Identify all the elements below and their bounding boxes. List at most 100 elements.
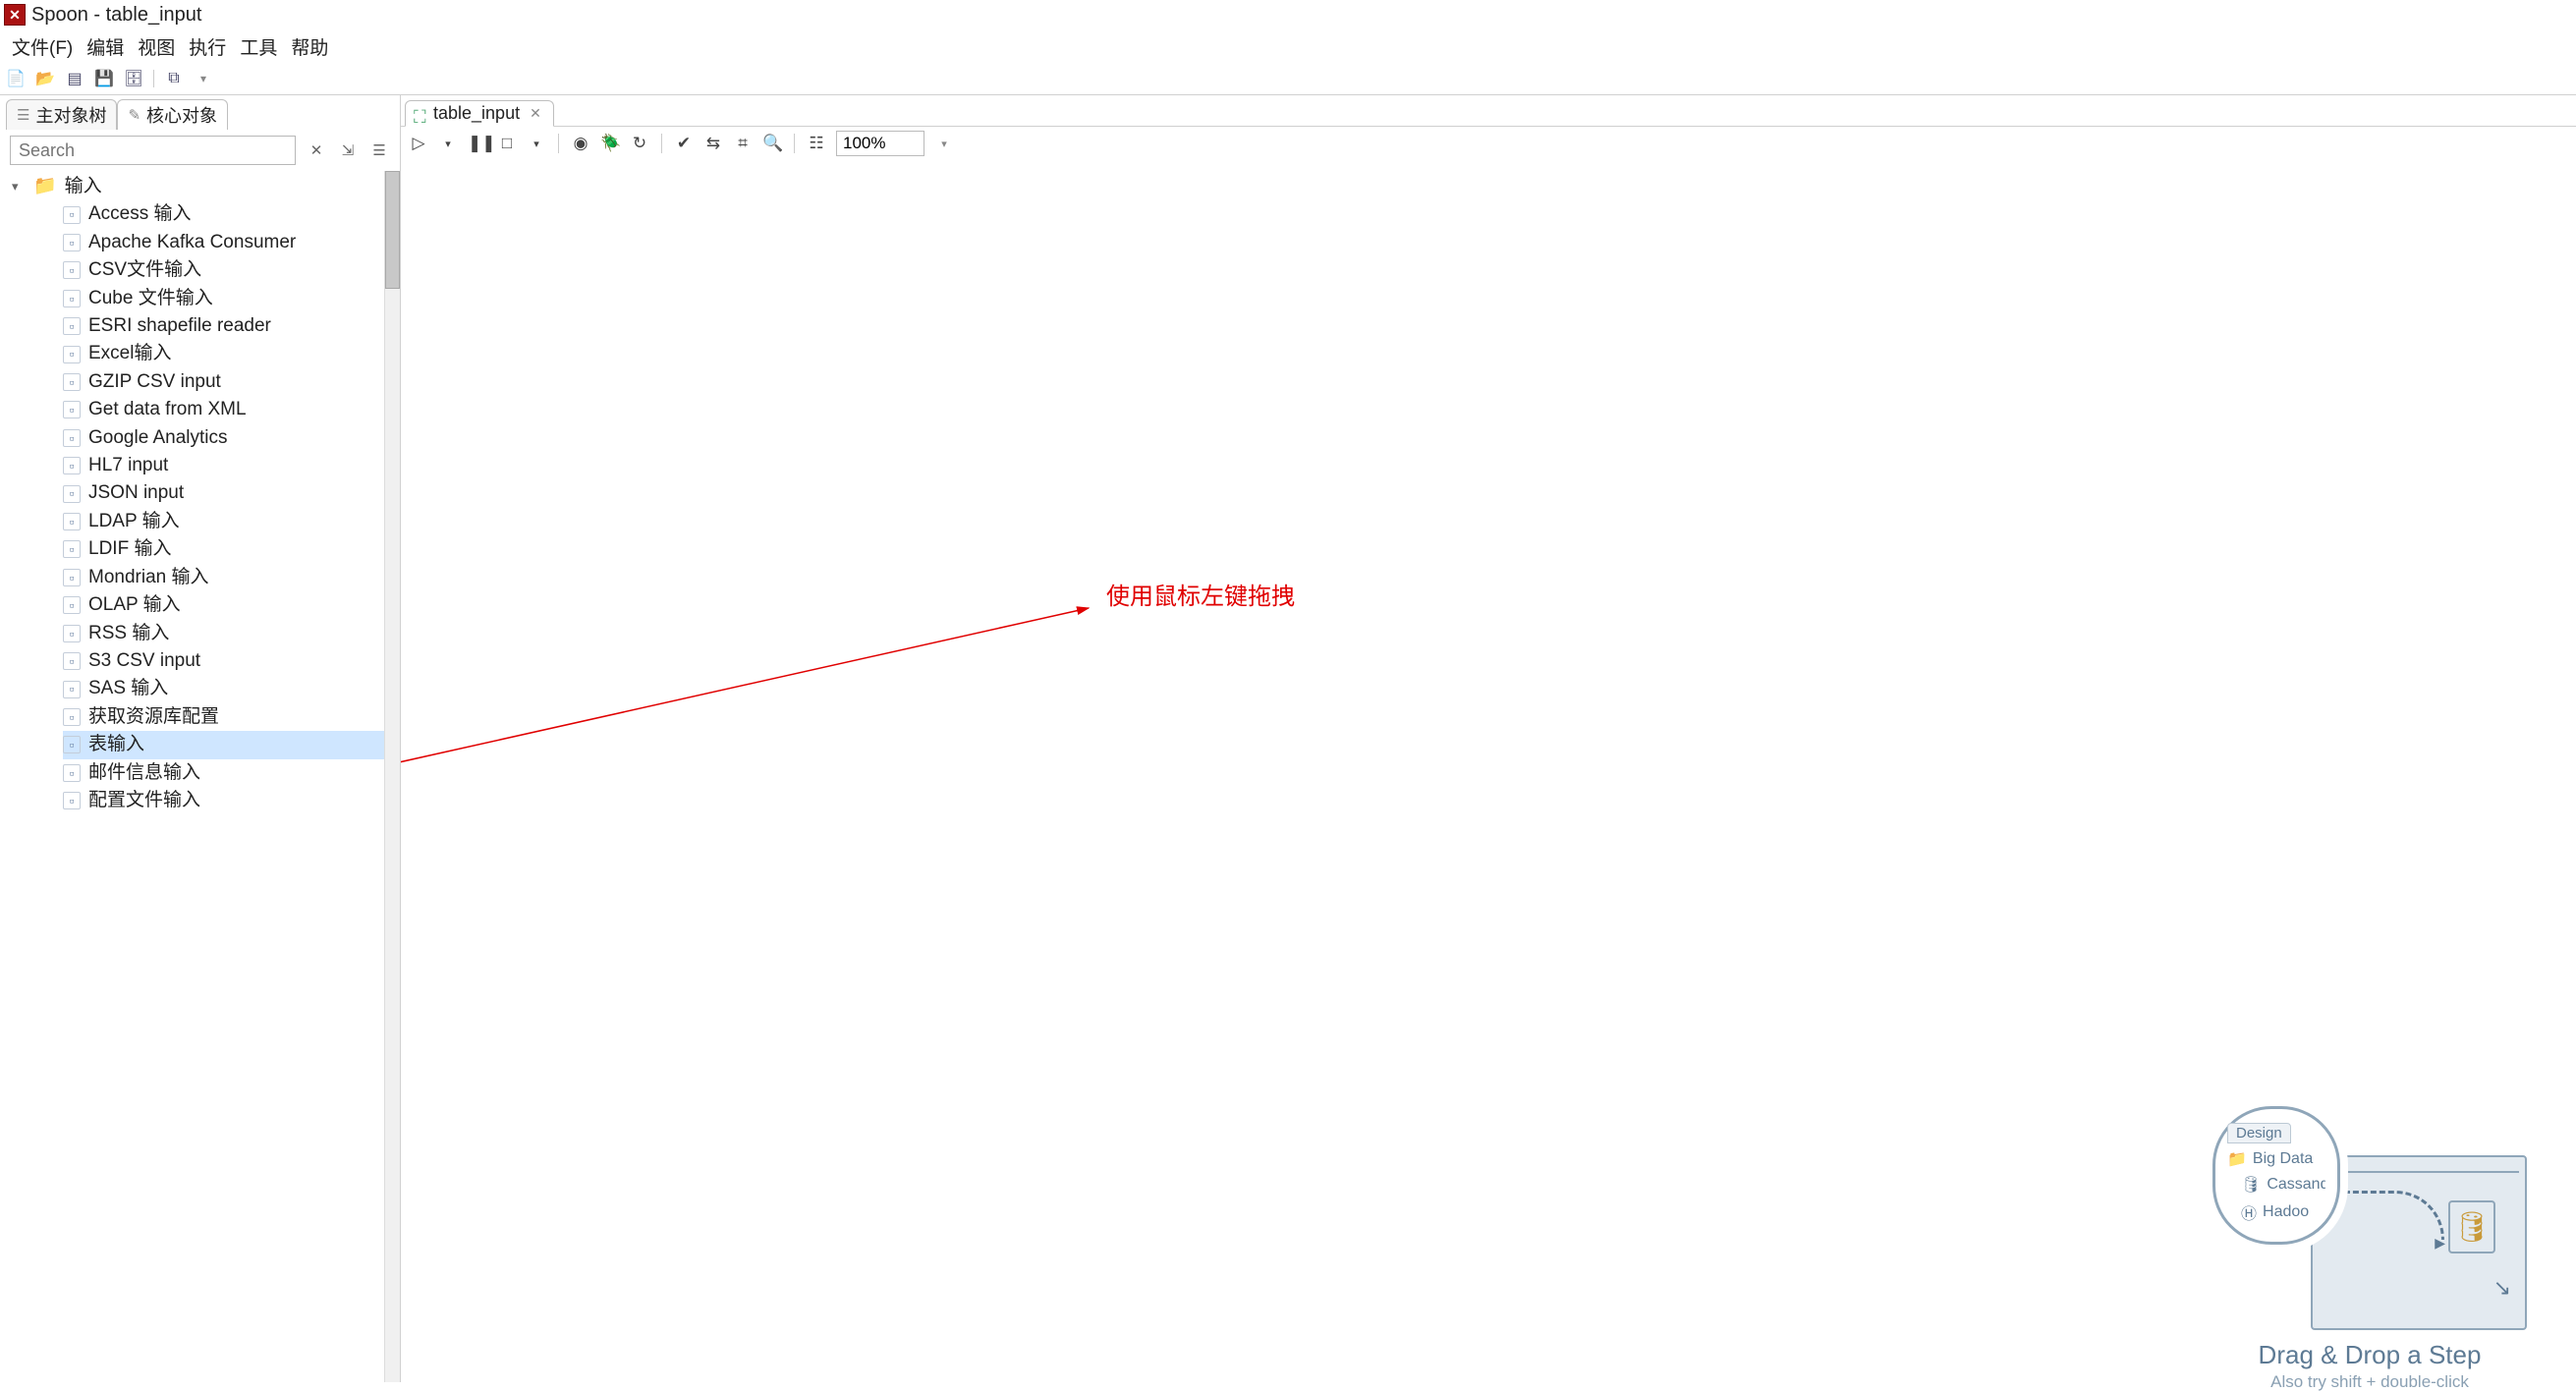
collapse-all-icon[interactable]: ☰: [368, 139, 390, 161]
sql-icon[interactable]: ⌗: [733, 134, 753, 153]
tree-leaf[interactable]: ▫S3 CSV input: [63, 647, 400, 675]
zoom-dropdown-icon[interactable]: ▾: [934, 138, 954, 150]
main-toolbar: 📄 📂 ▤ 💾 🗄 ⧉ ▾: [0, 66, 2576, 95]
step-icon: ▫: [63, 540, 81, 558]
tab-core-objects[interactable]: ✎ 核心对象: [117, 99, 228, 130]
tab-main-objects[interactable]: ☰ 主对象树: [6, 99, 117, 130]
tree-leaf[interactable]: ▫配置文件输入: [63, 787, 400, 814]
tree-leaf-label: Google Analytics: [88, 424, 228, 452]
step-icon: ▫: [63, 513, 81, 530]
step-icon: ▫: [63, 625, 81, 642]
transformation-canvas[interactable]: 使用鼠标左键拖拽 🛢 ↘ Design: [401, 164, 2576, 1382]
menu-help[interactable]: 帮助: [285, 31, 334, 62]
tree-leaf[interactable]: ▫Get data from XML: [63, 396, 400, 423]
tree-leaf[interactable]: ▫Access 输入: [63, 200, 400, 228]
tree-leaf-label: CSV文件输入: [88, 256, 201, 284]
tree-leaf[interactable]: ▫GZIP CSV input: [63, 368, 400, 396]
show-results-icon[interactable]: ☷: [807, 134, 826, 153]
tree-leaf-label: Get data from XML: [88, 396, 247, 423]
tree-leaf[interactable]: ▫ LDAP 输入: [63, 508, 400, 535]
dropdown-caret-icon[interactable]: ▾: [194, 69, 213, 88]
tree-leaf-label: ESRI shapefile reader: [88, 312, 271, 340]
step-icon: ▫: [63, 736, 81, 753]
hint-palette-graphic: Design 📁Big Data 🛢Cassandr ⒽHadoo: [2212, 1106, 2340, 1245]
tree-leaf[interactable]: ▫JSON input: [63, 479, 400, 507]
tree-leaf[interactable]: ▫Mondrian 输入: [63, 564, 400, 591]
stop-icon[interactable]: □: [497, 134, 517, 153]
preview-icon[interactable]: ◉: [571, 134, 590, 153]
tree-leaf-label: 配置文件输入: [88, 787, 200, 814]
caret-down-icon: ▾: [12, 173, 26, 200]
stop-dropdown-icon[interactable]: ▾: [527, 138, 546, 150]
toolbar-separator: [794, 134, 795, 153]
tree-leaf-label: LDAP 输入: [88, 508, 180, 535]
tree-leaf-label: Access 输入: [88, 200, 192, 228]
menu-view[interactable]: 视图: [132, 31, 181, 62]
window-title: Spoon - table_input: [31, 4, 201, 27]
menu-file[interactable]: 文件(F): [6, 31, 79, 62]
tree-leaf[interactable]: ▫LDIF 输入: [63, 535, 400, 563]
tree-leaf[interactable]: ▫获取资源库配置: [63, 703, 400, 731]
tree-leaf-label: Excel输入: [88, 340, 171, 367]
db-icon: 🛢: [2241, 1175, 2261, 1195]
hadoop-icon: Ⓗ: [2241, 1200, 2257, 1224]
save-icon[interactable]: 💾: [94, 69, 114, 88]
sidebar: ☰ 主对象树 ✎ 核心对象 ✕ ⇲ ☰ ▾ 📁 输入 ▫Access 输入▫Ap…: [0, 95, 401, 1382]
save-as-icon[interactable]: 🗄: [124, 69, 143, 88]
tree-leaf[interactable]: ▫ Apache Kafka Consumer: [63, 229, 400, 256]
zoom-select[interactable]: [836, 131, 924, 156]
tree-leaf[interactable]: ▫表输入: [63, 731, 400, 758]
perspective-icon[interactable]: ⧉: [164, 69, 184, 88]
tree-folder-input[interactable]: ▾ 📁 输入: [12, 173, 400, 200]
tree-leaf-label: 邮件信息输入: [88, 759, 200, 787]
clear-search-icon[interactable]: ✕: [306, 139, 327, 161]
menu-edit[interactable]: 编辑: [81, 31, 130, 62]
open-file-icon[interactable]: 📂: [35, 69, 55, 88]
close-tab-icon[interactable]: ✕: [530, 105, 541, 122]
tree-leaf[interactable]: ▫Excel输入: [63, 340, 400, 367]
step-icon: ▫: [63, 681, 81, 698]
step-icon: ▫: [63, 373, 81, 391]
menu-run[interactable]: 执行: [183, 31, 232, 62]
tree-leaf[interactable]: ▫CSV文件输入: [63, 256, 400, 284]
tab-main-objects-label: 主对象树: [35, 102, 106, 128]
spoon-app-icon: ✕: [4, 4, 26, 26]
replay-icon[interactable]: ↻: [630, 134, 649, 153]
run-icon[interactable]: ▷: [409, 134, 428, 153]
explore-icon[interactable]: ▤: [65, 69, 84, 88]
tree-leaf[interactable]: ▫邮件信息输入: [63, 759, 400, 787]
explore-db-icon[interactable]: 🔍: [762, 134, 782, 153]
pencil-icon: ✎: [128, 106, 140, 124]
step-icon: ▫: [63, 457, 81, 474]
editor-tab-label: table_input: [433, 103, 520, 124]
debug-icon[interactable]: 🪲: [600, 134, 620, 153]
tree-leaf[interactable]: ▫Cube 文件输入: [63, 285, 400, 312]
tree-leaf-label: Apache Kafka Consumer: [88, 229, 296, 256]
editor-toolbar: ▷ ▾ ❚❚ □ ▾ ◉ 🪲 ↻ ✔ ⇆ ⌗ 🔍 ☷ ▾: [401, 127, 2576, 160]
tree-leaf[interactable]: ▫RSS 输入: [63, 620, 400, 647]
impact-icon[interactable]: ⇆: [703, 134, 723, 153]
tree-leaf[interactable]: ▫ Google Analytics: [63, 424, 400, 452]
editor: ⛶ table_input ✕ ▷ ▾ ❚❚ □ ▾ ◉ 🪲 ↻ ✔ ⇆ ⌗ 🔍…: [401, 95, 2576, 1382]
expand-all-icon[interactable]: ⇲: [337, 139, 359, 161]
step-icon: ▫: [63, 596, 81, 614]
sidebar-scrollbar[interactable]: [384, 171, 400, 1382]
tree-leaf[interactable]: ▫HL7 input: [63, 452, 400, 479]
pause-icon[interactable]: ❚❚: [468, 134, 487, 153]
tree-leaf[interactable]: ▫ESRI shapefile reader: [63, 312, 400, 340]
verify-icon[interactable]: ✔: [674, 134, 694, 153]
tree-leaf[interactable]: ▫OLAP 输入: [63, 591, 400, 619]
step-icon: ▫: [63, 429, 81, 447]
toolbar-separator: [661, 134, 662, 153]
hint-title: Drag & Drop a Step: [2203, 1340, 2537, 1370]
editor-tab-table-input[interactable]: ⛶ table_input ✕: [405, 100, 554, 127]
hint-subtitle: Also try shift + double-click: [2203, 1372, 2537, 1392]
search-input[interactable]: [10, 136, 296, 165]
toolbar-separator: [153, 70, 154, 87]
tree-leaf[interactable]: ▫SAS 输入: [63, 675, 400, 702]
menu-tools[interactable]: 工具: [234, 31, 283, 62]
run-dropdown-icon[interactable]: ▾: [438, 138, 458, 150]
scrollbar-thumb[interactable]: [385, 171, 400, 289]
step-icon: ▫: [63, 234, 81, 251]
new-file-icon[interactable]: 📄: [6, 69, 26, 88]
